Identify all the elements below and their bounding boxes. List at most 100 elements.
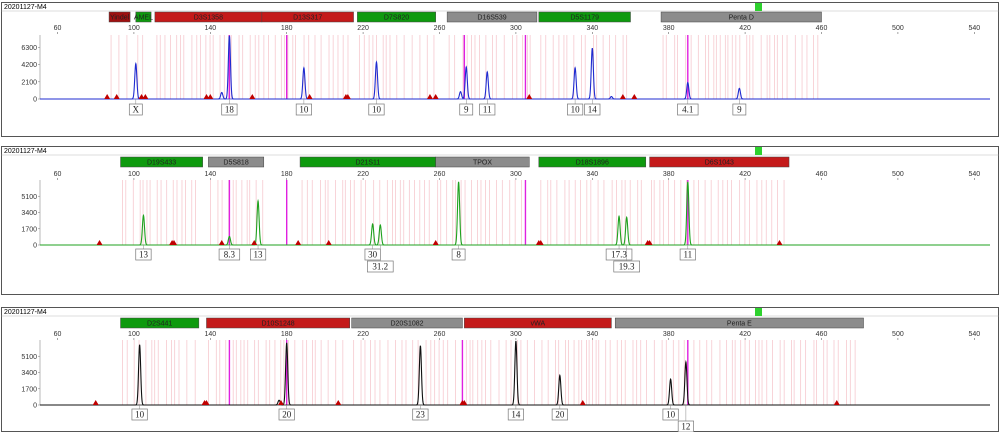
x-tick-label: 500 — [892, 331, 904, 338]
x-tick-label: 420 — [739, 171, 751, 178]
x-tick-label: 140 — [204, 171, 216, 178]
marker-name: D5S818 — [223, 160, 248, 167]
x-tick-label: 300 — [510, 171, 522, 178]
x-tick-label: 220 — [357, 25, 369, 32]
allele-label: 9 — [737, 105, 742, 115]
allele-label: 14 — [588, 105, 598, 115]
panel-label: 20201127-M4 — [4, 4, 47, 11]
x-tick-label: 420 — [739, 331, 751, 338]
x-tick-label: 100 — [128, 171, 140, 178]
marker-bars: Yindel AMEL D3S1358 D13S317 D7S820 D16S539 D5S… — [108, 11, 822, 23]
allele-label: 13 — [254, 250, 264, 260]
x-tick-label: 300 — [510, 25, 522, 32]
x-tick-label: 180 — [281, 331, 293, 338]
y-tick-label: 1700 — [21, 386, 37, 393]
x-tick-label: 220 — [357, 331, 369, 338]
allele-label: 8.3 — [224, 250, 236, 260]
x-tick-label: 460 — [816, 331, 828, 338]
status-indicator — [755, 308, 762, 316]
allele-label: X — [133, 105, 140, 115]
x-tick-label: 180 — [281, 171, 293, 178]
x-tick-label: 260 — [434, 331, 446, 338]
x-tick-label: 460 — [816, 25, 828, 32]
x-tick-label: 220 — [357, 171, 369, 178]
x-tick-label: 260 — [434, 171, 446, 178]
x-tick-label: 380 — [663, 25, 675, 32]
y-tick-label: 5100 — [21, 194, 37, 201]
x-tick-label: 60 — [54, 331, 62, 338]
x-tick-label: 260 — [434, 25, 446, 32]
marker-bars: D19S433 D5S818 D21S11 TPOX D18S1896 D6S1043 — [120, 156, 790, 168]
x-tick-label: 340 — [586, 171, 598, 178]
y-tick-label: 4200 — [21, 62, 37, 69]
marker-name: D20S1082 — [390, 321, 423, 328]
y-tick-label: 2100 — [21, 79, 37, 86]
panel-3: 20201127-M4 D2S441 D10S1248 D20S1082 vWA Pent… — [1, 307, 999, 432]
allele-label: 23 — [416, 410, 426, 420]
panel-frame — [1, 2, 999, 137]
marker-name: D2S441 — [147, 321, 172, 328]
marker-name: D3S1358 — [194, 15, 223, 22]
y-tick-label: 3400 — [21, 210, 37, 217]
x-tick-label: 140 — [204, 25, 216, 32]
x-tick-label: 460 — [816, 171, 828, 178]
marker-name: D10S1248 — [262, 321, 295, 328]
allele-label: 9 — [464, 105, 469, 115]
x-tick-label: 60 — [54, 171, 62, 178]
electropherogram: 20201127-M4 Yindel AMEL D3S1358 D13S317 D7S82… — [1, 2, 999, 432]
allele-label: 14 — [511, 410, 521, 420]
allele-label: 10 — [135, 410, 145, 420]
marker-name: D13S317 — [293, 15, 322, 22]
marker-name: Penta E — [727, 321, 752, 328]
marker-name: D16S539 — [477, 15, 506, 22]
x-tick-label: 300 — [510, 331, 522, 338]
status-indicator — [755, 147, 762, 155]
x-tick-label: 140 — [204, 331, 216, 338]
marker-name: D18S1896 — [576, 160, 609, 167]
marker-name: vWA — [531, 321, 546, 328]
marker-name: D21S11 — [355, 160, 380, 167]
x-tick-label: 380 — [663, 331, 675, 338]
panel-2: 20201127-M4 D19S433 D5S818 D21S11 TPOX D18S18… — [1, 146, 999, 295]
panel-frame — [1, 146, 999, 295]
marker-name: D5S1179 — [570, 15, 599, 22]
allele-label: 8 — [456, 250, 461, 260]
y-tick-label: 0 — [33, 243, 37, 250]
x-tick-label: 420 — [739, 25, 751, 32]
allele-label: 31.2 — [372, 262, 388, 272]
y-tick-label: 1700 — [21, 226, 37, 233]
status-indicator — [755, 3, 762, 11]
allele-label: 11 — [683, 250, 692, 260]
y-tick-label: 5100 — [21, 354, 37, 361]
y-tick-label: 0 — [33, 403, 37, 410]
x-tick-label: 380 — [663, 171, 675, 178]
marker-name: D6S1043 — [705, 160, 734, 167]
x-tick-label: 340 — [586, 25, 598, 32]
marker-name: Penta D — [729, 15, 754, 22]
panel-label: 20201127-M4 — [4, 309, 47, 316]
allele-label: 30 — [368, 250, 378, 260]
allele-label: 11 — [483, 105, 492, 115]
allele-label: 18 — [225, 105, 235, 115]
y-tick-label: 6300 — [21, 45, 37, 52]
allele-label: 17.3 — [611, 250, 627, 260]
allele-label: 10 — [372, 105, 382, 115]
x-tick-label: 540 — [968, 331, 980, 338]
panel-1: 20201127-M4 Yindel AMEL D3S1358 D13S317 D7S82… — [1, 2, 999, 137]
x-tick-label: 540 — [968, 171, 980, 178]
allele-label: 4.1 — [682, 105, 693, 115]
allele-label: 10 — [571, 105, 581, 115]
x-tick-label: 500 — [892, 25, 904, 32]
marker-name: Yindel — [110, 15, 130, 22]
allele-label: 10 — [666, 410, 676, 420]
panel-label: 20201127-M4 — [4, 148, 47, 155]
marker-bars: D2S441 D10S1248 D20S1082 vWA Penta E — [120, 317, 864, 329]
x-tick-label: 60 — [54, 25, 62, 32]
marker-name: D7S820 — [384, 15, 409, 22]
x-tick-label: 540 — [968, 25, 980, 32]
x-tick-label: 180 — [281, 25, 293, 32]
allele-label: 12 — [681, 422, 690, 432]
allele-label: 13 — [139, 250, 149, 260]
allele-label: 19.3 — [619, 262, 635, 272]
y-tick-label: 0 — [33, 97, 37, 104]
